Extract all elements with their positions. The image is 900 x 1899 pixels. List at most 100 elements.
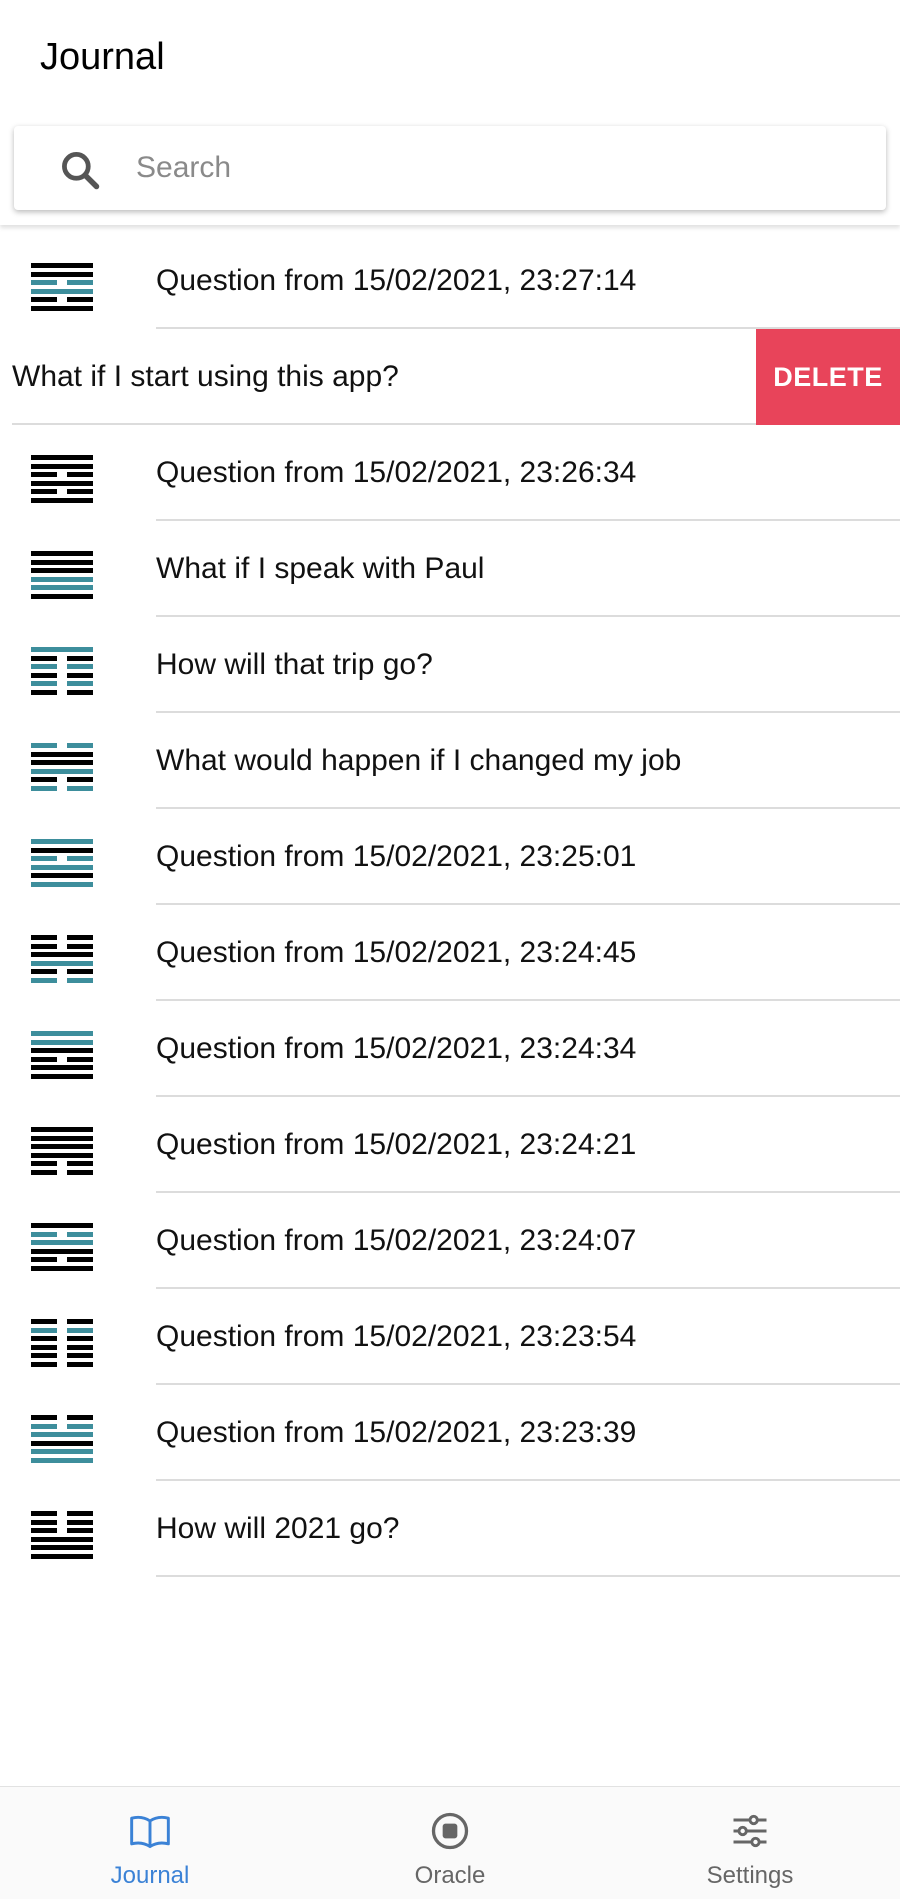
hexagram-broken-line [67,1336,93,1341]
entry-label: What would happen if I changed my job [156,744,682,777]
list-item[interactable]: Question from 15/02/2021, 23:24:34 [0,1001,900,1097]
hexagram-icon [31,1031,93,1079]
hexagram-solid-line [31,455,93,460]
hexagram-broken-line [31,655,57,661]
list-item-swiped[interactable]: What if I start using this app? DELETE [0,329,900,425]
list-item[interactable]: What if I speak with Paul [0,521,900,617]
list-item[interactable]: Question from 15/02/2021, 23:24:21 [0,1097,900,1193]
hexagram-broken-line [67,1423,93,1429]
entry-label: Question from 15/02/2021, 23:25:01 [156,840,637,873]
hexagram-broken-line [67,280,93,285]
hexagram-broken-line [31,689,57,695]
list-item[interactable]: How will that trip go? [0,617,900,713]
hexagram-solid-line [31,1248,93,1254]
hexagram-broken-line [31,681,57,686]
hexagram-icon [31,839,93,887]
bottom-tab-bar: Journal Oracle Settings [0,1786,900,1899]
list-item[interactable]: How will 2021 go? [0,1481,900,1577]
list-item[interactable]: Question from 15/02/2021, 23:26:34 [0,425,900,521]
hexagram-broken-line [31,1056,57,1062]
entry-label: Question from 15/02/2021, 23:24:45 [156,936,637,969]
hexagram-solid-line [31,760,93,765]
hexagram-broken-line [31,1511,57,1516]
hexagram-solid-line [31,1545,93,1550]
hexagram-broken-line [67,1415,93,1420]
hexagram-solid-line [31,305,93,311]
search-bar[interactable] [14,126,886,210]
hexagram-broken-line [67,977,93,983]
page-title: Journal [40,36,165,78]
journal-list: Question from 15/02/2021, 23:27:14 What i… [0,233,900,1577]
hexagram-solid-line [31,1432,93,1437]
list-item[interactable]: Question from 15/02/2021, 23:23:39 [0,1385,900,1481]
tab-settings[interactable]: Settings [600,1787,900,1899]
hexagram-icon [31,263,93,311]
hexagram-solid-line [31,873,93,878]
hexagram-broken-line [31,1423,57,1429]
hexagram-broken-line [31,489,57,494]
hexagram-icon [31,1511,93,1559]
list-item[interactable]: Question from 15/02/2021, 23:25:01 [0,809,900,905]
list-item[interactable]: Question from 15/02/2021, 23:24:07 [0,1193,900,1289]
hexagram-solid-line [31,1144,93,1149]
hexagram-icon [31,1415,93,1463]
hexagram-broken-line [31,743,57,748]
hexagram-broken-line [67,1257,93,1262]
hexagram-solid-line [31,768,93,774]
hexagram-broken-line [67,1327,93,1333]
divider [156,1575,900,1577]
hexagram-broken-line [67,1511,93,1516]
hexagram-broken-line [67,1056,93,1062]
hexagram-solid-line [31,551,93,556]
hexagram-broken-line [31,1415,57,1420]
tab-journal[interactable]: Journal [0,1787,300,1899]
hexagram-broken-line [31,1361,57,1367]
hexagram-broken-line [31,1231,57,1237]
hexagram-broken-line [67,489,93,494]
search-icon [62,152,100,190]
list-item[interactable]: Question from 15/02/2021, 23:24:45 [0,905,900,1001]
hexagram-solid-line [31,839,93,844]
hexagram-solid-line [31,568,93,573]
list-item[interactable]: Question from 15/02/2021, 23:27:14 [0,233,900,329]
hexagram-solid-line [31,864,93,870]
entry-label: Question from 15/02/2021, 23:24:34 [156,1032,637,1065]
hexagram-broken-line [31,664,57,669]
hexagram-icon [31,935,93,983]
hexagram-solid-line [31,847,93,853]
hexagram-broken-line [67,1344,93,1350]
hexagram-broken-line [31,1336,57,1341]
hexagram-solid-line [31,1073,93,1079]
hexagram-broken-line [67,943,93,949]
delete-button[interactable]: DELETE [756,329,900,425]
hexagram-icon [31,1127,93,1175]
hexagram-broken-line [31,672,57,678]
hexagram-broken-line [31,280,57,285]
entry-label: What if I speak with Paul [156,552,485,585]
list-item[interactable]: Question from 15/02/2021, 23:23:54 [0,1289,900,1385]
hexagram-broken-line [31,969,57,974]
tab-label: Settings [706,1862,794,1889]
hexagram-solid-line [31,463,93,469]
search-input[interactable] [136,126,836,210]
hexagram-icon [31,455,93,503]
entry-label: Question from 15/02/2021, 23:24:21 [156,1128,637,1161]
tab-label: Journal [110,1862,190,1889]
hexagram-broken-line [31,1519,57,1525]
tab-oracle[interactable]: Oracle [300,1787,600,1899]
app-header: Journal [0,0,900,225]
hexagram-icon [31,1319,93,1367]
hexagram-solid-line [31,1031,93,1036]
hexagram-solid-line [31,288,93,294]
hexagram-broken-line [31,1528,57,1533]
hexagram-broken-line [67,1361,93,1367]
hexagram-icon [31,743,93,791]
hexagram-solid-line [31,559,93,565]
entry-label: What if I start using this app? [12,360,399,393]
hexagram-broken-line [67,1169,93,1175]
hexagram-broken-line [67,472,93,477]
list-item[interactable]: What would happen if I changed my job [0,713,900,809]
hexagram-broken-line [67,777,93,782]
hexagram-solid-line [31,271,93,277]
hexagram-solid-line [31,952,93,957]
